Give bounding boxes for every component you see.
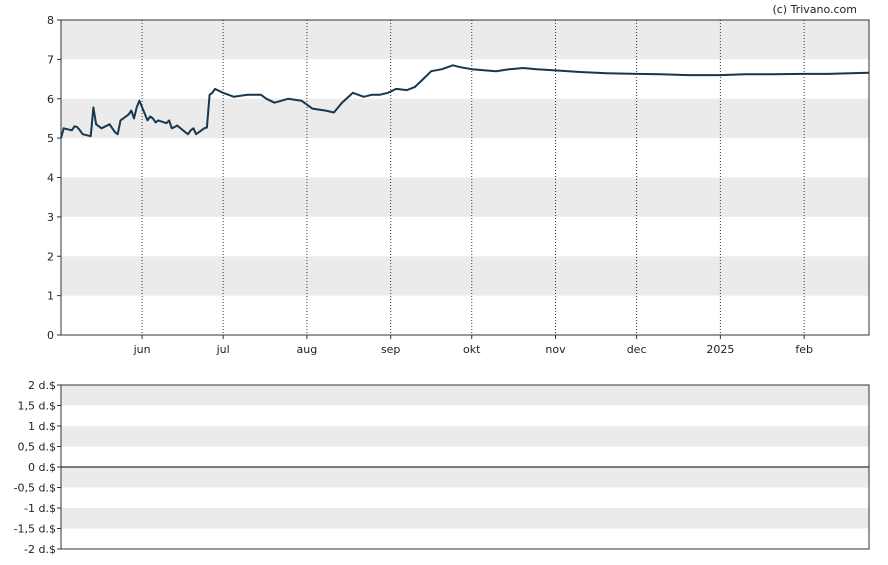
y-tick-label: -0,5 d.$ <box>14 482 56 495</box>
grid-band <box>61 508 869 529</box>
x-tick-label: nov <box>545 343 566 356</box>
y-tick-label: 3 <box>47 211 54 224</box>
price-chart-panel: jun jul aug sep okt nov dec 2025 feb 0 1 2 3 4 5 6 7 8 <box>47 14 870 356</box>
y-tick-label: 2 d.$ <box>28 379 56 392</box>
y-tick-label: 8 <box>47 14 54 27</box>
grid-band <box>61 98 869 139</box>
grid-band <box>61 385 869 406</box>
y-tick-label: 1,5 d.$ <box>18 400 56 413</box>
chart-canvas: jun jul aug sep okt nov dec 2025 feb 0 1 2 3 4 5 6 7 8 2 … <box>14 3 870 556</box>
y-tick-label: 7 <box>47 53 54 66</box>
y-tick-label: -2 d.$ <box>24 543 56 556</box>
x-tick-label: jun <box>133 343 151 356</box>
y-tick-label: 2 <box>47 250 54 263</box>
grid-band <box>61 467 869 488</box>
y-tick-label: 6 <box>47 93 54 106</box>
x-tick-label: sep <box>381 343 400 356</box>
y-tick-label: 4 <box>47 172 54 185</box>
y-tick-label: 0,5 d.$ <box>18 441 56 454</box>
grid-band <box>61 20 869 60</box>
y-tick-label: 0 <box>47 329 54 342</box>
x-tick-label: okt <box>463 343 481 356</box>
y-tick-label: 0 d.$ <box>28 461 56 474</box>
grid-band <box>61 426 869 447</box>
x-tick-label: feb <box>795 343 813 356</box>
x-tick-label: aug <box>297 343 318 356</box>
credit-label: (c) Trivano.com <box>772 3 857 16</box>
y-tick-label: 1 <box>47 290 54 303</box>
x-tick-label: jul <box>216 343 230 356</box>
grid-band <box>61 177 869 217</box>
secondary-chart-panel: 2 d.$ 1,5 d.$ 1 d.$ 0,5 d.$ 0 d.$ -0,5 d.$ -1 … <box>14 379 870 556</box>
grid-band <box>61 256 869 296</box>
y-tick-label: 1 d.$ <box>28 420 56 433</box>
x-tick-label: 2025 <box>706 343 734 356</box>
y-tick-label: -1 d.$ <box>24 502 56 515</box>
x-tick-label: dec <box>627 343 647 356</box>
y-tick-label: 5 <box>47 132 54 145</box>
y-tick-label: -1,5 d.$ <box>14 523 56 536</box>
